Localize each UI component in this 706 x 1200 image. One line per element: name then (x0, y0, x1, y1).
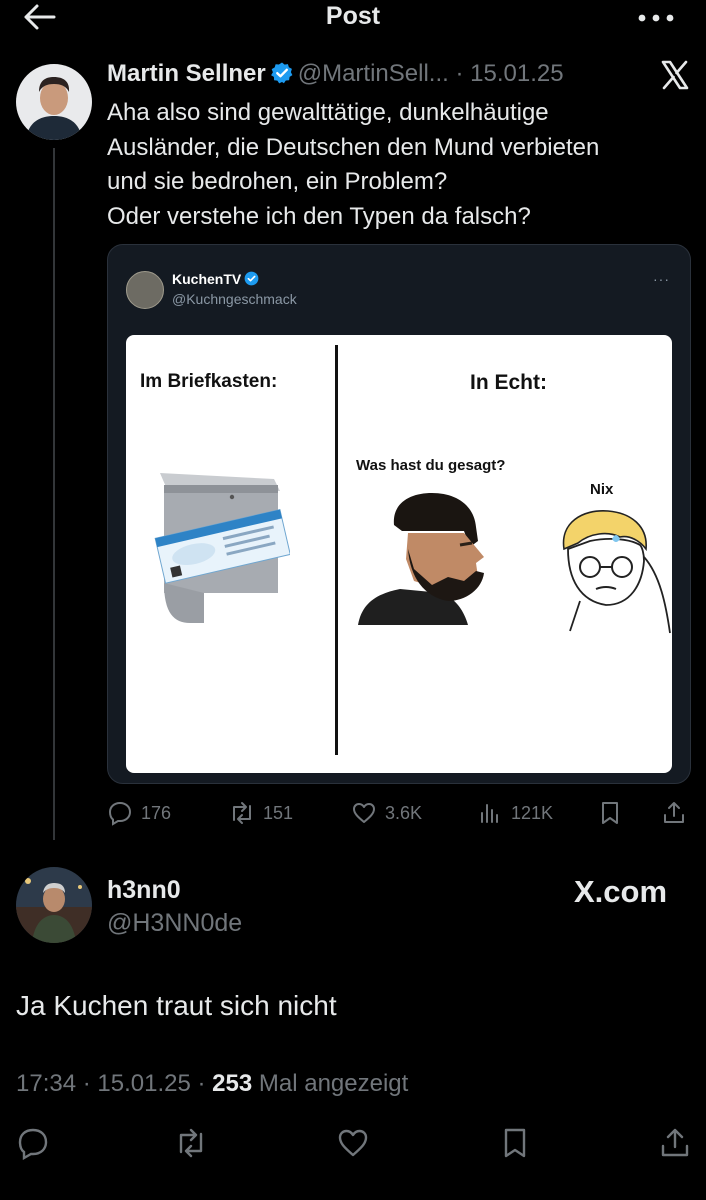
views-count: 121K (511, 802, 554, 823)
share-icon (664, 802, 684, 823)
tweet-actions: 176 151 3.6K 121K (107, 798, 697, 828)
meme-speech-text: Was hast du gesagt? (356, 457, 506, 474)
meme-image: Im Briefkasten: In Echt: Was hast du ges… (126, 335, 672, 773)
reply-count: 176 (141, 802, 172, 823)
separator-dot: · (82, 1070, 91, 1097)
verified-badge-icon (244, 271, 259, 286)
quoted-author-name: KuchenTV (172, 271, 259, 287)
heart-icon (353, 803, 375, 823)
meme-nervous-face-illustration (562, 510, 671, 634)
mailbox-illustration (154, 473, 290, 623)
meme-reply-text: Nix (590, 481, 614, 498)
avatar-portrait-image (16, 64, 92, 140)
meme-left-title: Im Briefkasten: (140, 371, 278, 392)
post-date: 15.01.25 (97, 1070, 191, 1097)
thread-connector-line (53, 148, 55, 840)
tweet-date[interactable]: 15.01.25 (470, 60, 563, 87)
separator-dot: · (455, 60, 464, 87)
quoted-author-handle: @Kuchngeschmack (172, 291, 297, 307)
verified-badge-icon (270, 62, 293, 84)
quoted-post-card[interactable]: KuchenTV @Kuchngeschmack ··· Im Briefkas… (107, 244, 691, 784)
tweet-text-line: Aha also sind gewalttätige, dunkelhäutig… (107, 99, 549, 126)
meme-bearded-man-illustration (358, 493, 484, 625)
repost-icon[interactable] (174, 1126, 208, 1160)
analytics-icon (481, 804, 498, 823)
bookmark-button[interactable] (597, 798, 623, 828)
reply-author-avatar[interactable] (16, 867, 92, 943)
views-count[interactable]: 253 (212, 1070, 252, 1097)
reply-button[interactable]: 176 (107, 798, 171, 828)
tweet-text: Aha also sind gewalttätige, dunkelhäutig… (107, 96, 697, 234)
like-count: 3.6K (385, 802, 423, 823)
share-button[interactable] (661, 798, 687, 828)
reply-icon[interactable] (16, 1126, 50, 1160)
tweet-text-line: und sie bedrohen, ein Problem? (107, 168, 448, 195)
top-bar: Post (0, 0, 706, 40)
author-name[interactable]: Martin Sellner (107, 60, 266, 87)
views-button[interactable]: 121K (477, 798, 553, 828)
reply-text: Ja Kuchen traut sich nicht (16, 990, 337, 1021)
reply-author-handle[interactable]: @H3NN0de (107, 909, 242, 938)
avatar-portrait-image (16, 867, 92, 943)
more-horizontal-icon[interactable] (636, 4, 676, 30)
quoted-more-icon: ··· (653, 271, 670, 287)
meme-right-title: In Echt: (470, 371, 547, 394)
bookmark-icon (602, 802, 618, 824)
share-icon[interactable] (658, 1126, 692, 1160)
tweet-text-line: Ausländer, die Deutschen den Mund verbie… (107, 133, 600, 161)
repost-count: 151 (263, 802, 294, 823)
repost-button[interactable]: 151 (229, 798, 293, 828)
reply-icon (108, 801, 132, 826)
bookmark-icon[interactable] (498, 1126, 532, 1160)
separator-dot: · (197, 1070, 206, 1097)
tweet-header: Martin Sellner @MartinSell... · 15.01.25 (107, 60, 564, 92)
views-label: Mal angezeigt (258, 1070, 409, 1097)
x-com-brand: X.com (574, 874, 668, 909)
quoted-author-avatar (126, 271, 164, 309)
heart-icon[interactable] (336, 1126, 370, 1160)
page-title: Post (325, 2, 381, 30)
post-meta: 17:34 · 15.01.25 · 253 Mal angezeigt (16, 1070, 408, 1098)
author-handle[interactable]: @MartinSell... (298, 60, 449, 87)
reply-author-name[interactable]: h3nn0 (107, 876, 181, 905)
repost-icon (233, 802, 251, 824)
post-time: 17:34 (16, 1070, 77, 1097)
meme-divider (335, 345, 338, 755)
tweet-text-line: Oder verstehe ich den Typen da falsch? (107, 202, 531, 230)
author-avatar[interactable] (16, 64, 92, 140)
reply-post-actions (0, 1122, 706, 1162)
like-button[interactable]: 3.6K (351, 798, 422, 828)
x-logo-icon (661, 60, 689, 90)
